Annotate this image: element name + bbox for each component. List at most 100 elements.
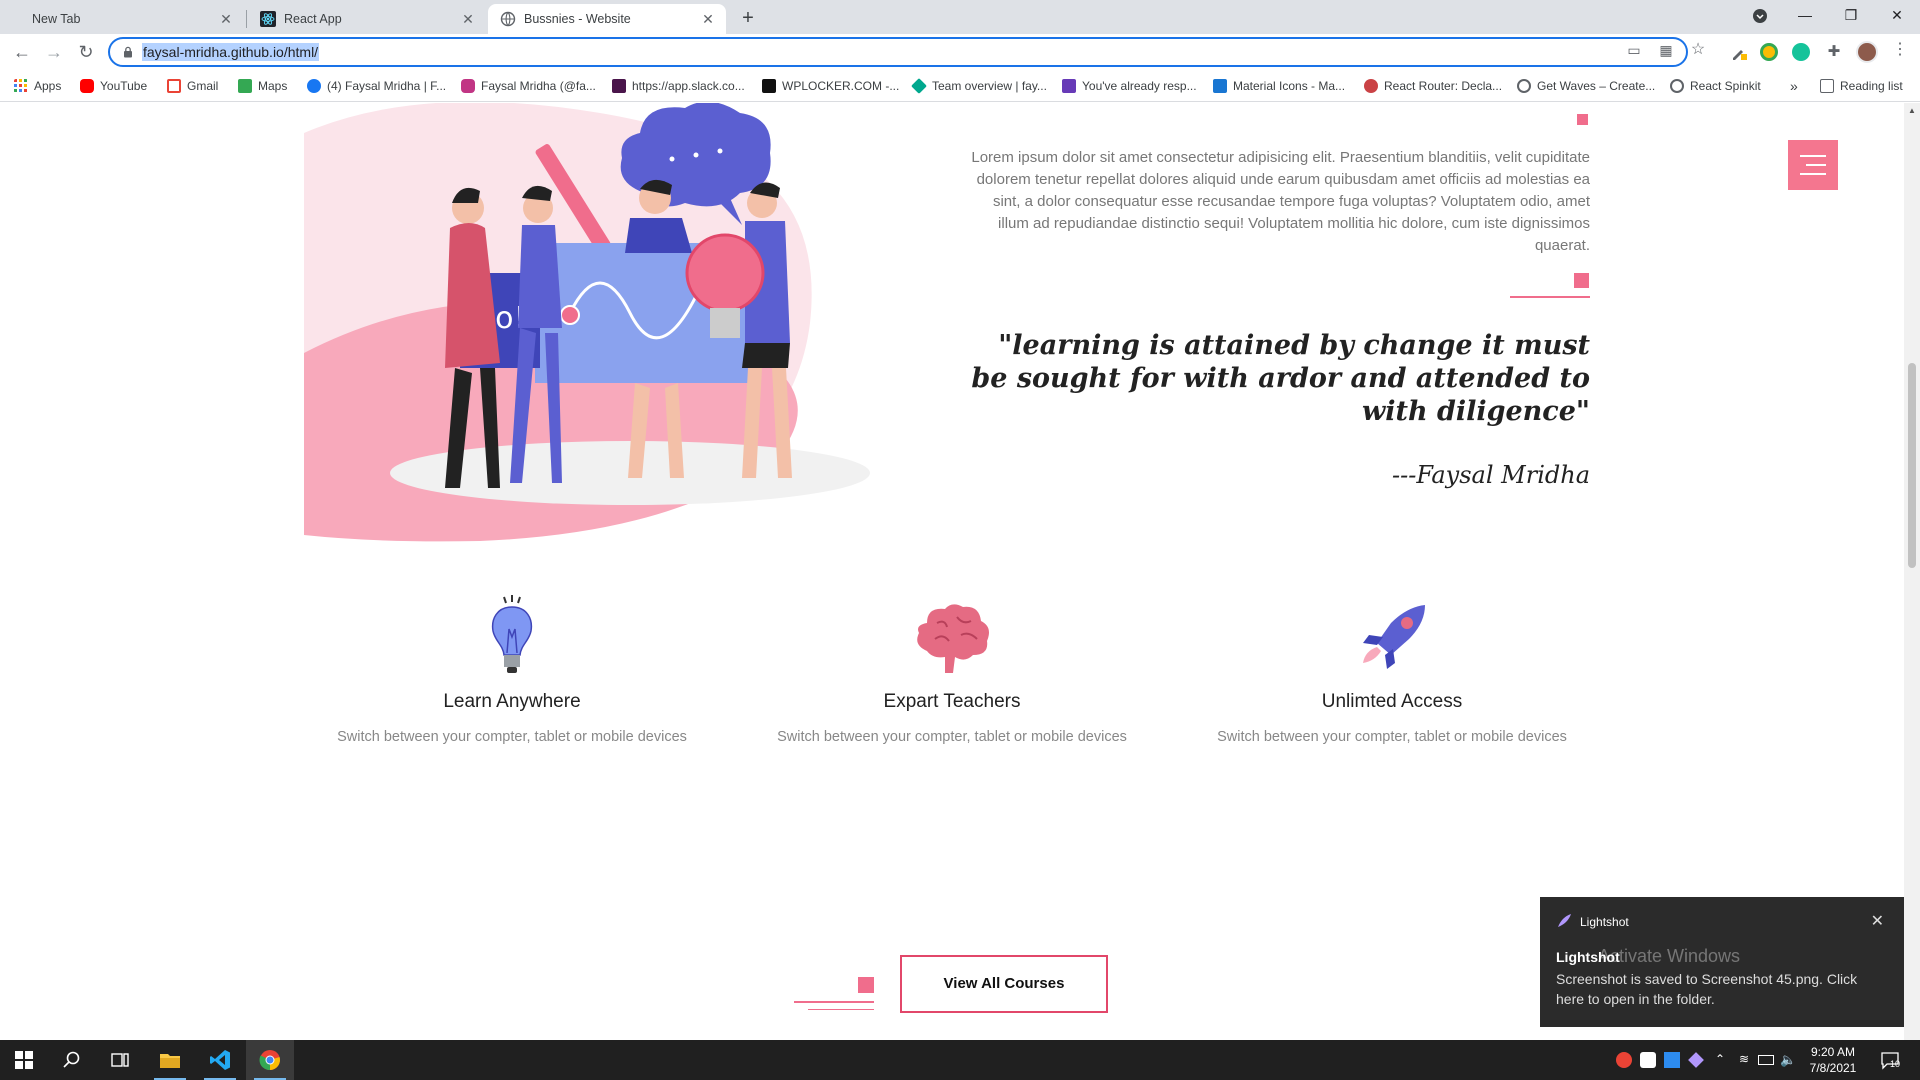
search-icon	[63, 1051, 80, 1068]
vscode-button[interactable]	[196, 1040, 244, 1080]
gmail-icon	[167, 79, 181, 93]
activate-windows-watermark: Activate Windows	[1598, 946, 1741, 966]
bookmark-react-spinkit[interactable]: React Spinkit	[1670, 76, 1761, 96]
volume-icon[interactable]: 🔈	[1780, 1052, 1796, 1068]
cast-icon[interactable]: ▭	[1622, 38, 1646, 62]
chrome-icon	[259, 1050, 280, 1071]
bookmark-apps[interactable]: Apps	[14, 76, 61, 96]
decorative-line	[808, 1009, 874, 1010]
folder-icon	[160, 1054, 180, 1068]
bookmark-instagram[interactable]: Faysal Mridha (@fa...	[461, 76, 596, 96]
scrollbar-thumb[interactable]	[1908, 363, 1916, 568]
forward-button[interactable]: →	[40, 38, 68, 66]
chrome-button[interactable]	[246, 1040, 294, 1080]
lock-icon	[124, 46, 132, 58]
minimize-button[interactable]: —	[1782, 0, 1828, 30]
new-tab-button[interactable]: +	[736, 6, 760, 30]
lightshot-tray-icon[interactable]	[1688, 1052, 1704, 1068]
bookmark-slack[interactable]: https://app.slack.co...	[612, 76, 745, 96]
bookmark-label: Material Icons - Ma...	[1233, 79, 1346, 93]
globe-icon	[500, 11, 516, 27]
bookmark-youtube[interactable]: YouTube	[80, 76, 147, 96]
extensions-puzzle-icon[interactable]: ✚	[1822, 40, 1846, 64]
menu-line	[1806, 164, 1826, 166]
reload-button[interactable]: ↻	[72, 38, 100, 66]
qr-code-icon[interactable]: ▦	[1654, 38, 1678, 62]
tab-new-tab[interactable]: New Tab ✕	[6, 4, 244, 34]
slack-icon	[612, 79, 626, 93]
close-icon[interactable]: ✕	[700, 11, 716, 27]
bookmark-label: (4) Faysal Mridha | F...	[327, 79, 447, 93]
windows-taskbar: ⌃ ≋ 🔈 9:20 AM 7/8/2021 10	[0, 1040, 1920, 1080]
close-icon[interactable]: ✕	[460, 11, 476, 27]
apps-grid-icon	[14, 79, 27, 92]
quote-text: "learning is attained by change it must …	[971, 330, 1590, 427]
bookmarks-bar: Apps YouTube Gmail Maps (4) Faysal Mridh…	[0, 70, 1920, 102]
url-text[interactable]: faysal-mridha.github.io/html/	[142, 43, 320, 61]
bookmark-react-router[interactable]: React Router: Decla...	[1364, 76, 1502, 96]
address-bar[interactable]: faysal-mridha.github.io/html/	[108, 37, 1688, 67]
bookmark-label: Gmail	[187, 79, 219, 93]
bookmark-facebook[interactable]: (4) Faysal Mridha | F...	[307, 76, 446, 96]
tray-app-icon[interactable]	[1664, 1052, 1680, 1068]
bookmark-gmail[interactable]: Gmail	[167, 76, 218, 96]
profile-avatar[interactable]	[1856, 41, 1878, 63]
lightbulb-icon	[491, 595, 533, 673]
view-all-courses-button[interactable]: View All Courses	[900, 955, 1108, 1013]
facebook-icon	[307, 79, 321, 93]
bookmark-label: React Router: Decla...	[1384, 79, 1503, 93]
notification-body[interactable]: Screenshot is saved to Screenshot 45.png…	[1556, 969, 1886, 1009]
scroll-up-icon[interactable]: ▲	[1908, 107, 1916, 115]
bookmark-team-overview[interactable]: Team overview | fay...	[911, 76, 1047, 96]
more-menu-icon[interactable]: ⋮	[1888, 38, 1912, 62]
feature-learn-anywhere: Learn Anywhere Switch between your compt…	[292, 593, 732, 745]
battery-icon[interactable]	[1758, 1055, 1774, 1065]
grammarly-icon[interactable]	[1792, 43, 1810, 61]
bookmark-forms[interactable]: You've already resp...	[1062, 76, 1197, 96]
notification-count: 10	[1890, 1059, 1901, 1069]
close-icon[interactable]: ✕	[218, 11, 234, 27]
feature-description: Switch between your compter, tablet or m…	[1217, 729, 1567, 745]
youtube-icon	[80, 79, 94, 93]
extension-icon[interactable]	[1760, 43, 1778, 61]
tray-app-icon[interactable]	[1640, 1052, 1656, 1068]
restore-button[interactable]: ❐	[1828, 0, 1874, 30]
tab-title: Bussnies - Website	[524, 12, 631, 26]
system-clock[interactable]: 9:20 AM 7/8/2021	[1798, 1044, 1868, 1076]
file-explorer-button[interactable]	[146, 1040, 194, 1080]
reading-list-button[interactable]: Reading list	[1820, 76, 1903, 96]
browser-toolbar: ← → ↻ faysal-mridha.github.io/html/ ▭ ▦ …	[0, 34, 1920, 70]
bookmark-material-icons[interactable]: Material Icons - Ma...	[1213, 76, 1345, 96]
windows-logo-icon	[15, 1051, 33, 1069]
tab-react-app[interactable]: React App ✕	[248, 4, 486, 34]
bookmark-maps[interactable]: Maps	[238, 76, 287, 96]
bookmarks-overflow-button[interactable]: »	[1790, 76, 1798, 96]
page-scrollbar[interactable]: ▲	[1904, 103, 1920, 1040]
close-window-button[interactable]: ✕	[1874, 0, 1920, 30]
network-icon[interactable]: ≋	[1736, 1052, 1752, 1068]
maps-icon	[238, 79, 252, 93]
color-picker-extension-icon[interactable]	[1730, 43, 1748, 61]
decorative-square	[1574, 273, 1589, 288]
action-center-button[interactable]: 10	[1880, 1050, 1900, 1070]
start-button[interactable]	[0, 1040, 48, 1080]
tab-search-icon[interactable]	[1752, 8, 1768, 24]
clock-date: 7/8/2021	[1809, 1061, 1857, 1075]
close-icon[interactable]: ✕	[1871, 911, 1884, 931]
bookmark-star-icon[interactable]: ☆	[1686, 38, 1710, 62]
tab-title: React App	[284, 12, 342, 26]
bookmark-get-waves[interactable]: Get Waves – Create...	[1517, 76, 1655, 96]
hamburger-menu-button[interactable]	[1788, 140, 1838, 190]
back-button[interactable]: ←	[8, 38, 36, 66]
bookmark-label: Maps	[258, 79, 288, 93]
show-hidden-icons[interactable]: ⌃	[1712, 1052, 1728, 1068]
chrome-tray-icon[interactable]	[1616, 1052, 1632, 1068]
task-view-button[interactable]	[96, 1040, 144, 1080]
feature-description: Switch between your compter, tablet or m…	[337, 729, 687, 745]
bookmark-wplocker[interactable]: WPLOCKER.COM -...	[762, 76, 899, 96]
search-button[interactable]	[48, 1040, 96, 1080]
react-icon	[260, 11, 276, 27]
menu-line	[1800, 173, 1826, 175]
globe-icon	[1517, 79, 1531, 93]
tab-bussnies-website[interactable]: Bussnies - Website ✕	[488, 4, 726, 34]
